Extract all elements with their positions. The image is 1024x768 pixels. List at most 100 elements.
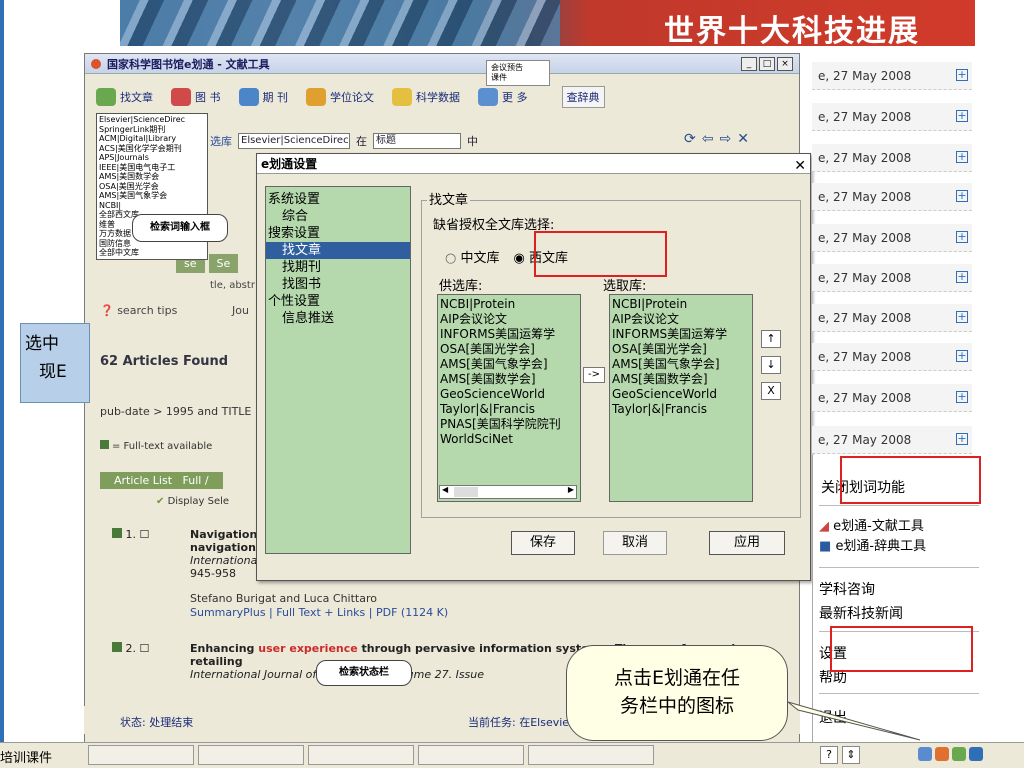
display-selected[interactable]: ✔ Display Sele (156, 496, 229, 507)
chosen-db-list[interactable]: NCBI|Protein AIP会议论文 INFORMS美国运筹学 OSA[美国… (609, 294, 753, 502)
db-list-item[interactable]: Elsevier|ScienceDirec (99, 115, 205, 125)
close-x-icon[interactable]: ✕ (737, 131, 749, 147)
cancel-button[interactable]: 取消 (603, 531, 667, 555)
menu-dictionary-tool[interactable]: ■ e划通-辞典工具 (819, 535, 926, 554)
expand-icon[interactable]: + (956, 151, 968, 163)
save-button[interactable]: 保存 (511, 531, 575, 555)
list-item[interactable]: GeoScienceWorld (440, 387, 578, 402)
db-list-item[interactable]: OSA|美国光学会 (99, 182, 205, 192)
toolbar-thesis[interactable]: 学位论文 (302, 86, 378, 108)
db-list-item[interactable]: AMS|美国气象学会 (99, 191, 205, 201)
expand-icon[interactable]: + (956, 110, 968, 122)
tray-volume-icon[interactable] (969, 747, 983, 761)
radio-chinese-db[interactable]: ○ 中文库 (445, 247, 500, 266)
remove-button[interactable]: X (761, 382, 781, 400)
ehuatong-tray-icon[interactable] (935, 747, 949, 761)
list-item[interactable]: AMS[美国数学会] (612, 372, 750, 387)
list-item[interactable]: INFORMS美国运筹学 (440, 327, 578, 342)
toolbar-dictionary[interactable]: 查辞典 (561, 86, 605, 108)
close-button[interactable]: × (777, 57, 793, 71)
maximize-button[interactable]: □ (759, 57, 775, 71)
db-list-item[interactable]: ACS|美国化学学会期刊 (99, 144, 205, 154)
taskbar-button[interactable] (308, 745, 414, 765)
more-popup-item[interactable]: 会议预告 (491, 63, 545, 73)
expand-icon[interactable]: + (956, 69, 968, 81)
menu-subject-consult[interactable]: 学科咨询 (819, 579, 875, 599)
expand-icon[interactable]: + (956, 190, 968, 202)
article-checkbox[interactable]: ☐ (140, 642, 150, 655)
available-db-list[interactable]: NCBI|Protein AIP会议论文 INFORMS美国运筹学 OSA[美国… (437, 294, 581, 502)
article-list-tab[interactable]: Article List Full / (100, 472, 223, 489)
toolbar-find-article[interactable]: 找文章 (92, 86, 157, 108)
scroll-right-icon[interactable]: ▶ (568, 485, 574, 494)
db-select[interactable]: Elsevier|ScienceDirec (238, 133, 350, 149)
list-item[interactable]: AMS[美国数学会] (440, 372, 578, 387)
toolbar-books[interactable]: 图 书 (167, 86, 225, 108)
tree-info-push[interactable]: 信息推送 (268, 310, 408, 327)
tree-search-settings[interactable]: 搜索设置 (268, 225, 408, 242)
expand-icon[interactable]: + (956, 311, 968, 323)
expand-icon[interactable]: + (956, 231, 968, 243)
tree-find-book[interactable]: 找图书 (268, 276, 408, 293)
list-item[interactable]: AIP会议论文 (612, 312, 750, 327)
arrow-icon[interactable]: ⇕ (842, 746, 860, 764)
tree-personal-settings[interactable]: 个性设置 (268, 293, 408, 310)
list-item[interactable]: GeoScienceWorld (612, 387, 750, 402)
db-list-item[interactable]: APS|Journals (99, 153, 205, 163)
list-item[interactable]: PNAS[美国科学院院刊 (440, 417, 578, 432)
article-links[interactable]: SummaryPlus | Full Text + Links | PDF (1… (190, 606, 448, 620)
menu-literature-tool[interactable]: ◢ e划通-文献工具 (819, 515, 924, 534)
apply-button[interactable]: 应用 (709, 531, 785, 555)
dialog-close-icon[interactable]: ✕ (794, 156, 806, 176)
db-list-item[interactable]: IEEE|美国电气电子工 (99, 163, 205, 173)
tree-find-journal[interactable]: 找期刊 (268, 259, 408, 276)
list-item[interactable]: WorldSciNet (440, 432, 578, 447)
db-list-item[interactable]: ACM|Digital|Library (99, 134, 205, 144)
list-item[interactable]: AIP会议论文 (440, 312, 578, 327)
add-to-selected-button[interactable]: -> (583, 367, 605, 383)
minimize-button[interactable]: _ (741, 57, 757, 71)
available-list-scrollbar[interactable]: ◀ ▶ (439, 485, 577, 499)
expand-icon[interactable]: + (956, 350, 968, 362)
db-list-item[interactable]: AMS|美国数学会 (99, 172, 205, 182)
taskbar-button[interactable] (88, 745, 194, 765)
toolbar-journals[interactable]: 期 刊 (235, 86, 293, 108)
web-tab[interactable]: Se (208, 254, 239, 273)
list-item[interactable]: NCBI|Protein (612, 297, 750, 312)
list-item[interactable]: INFORMS美国运筹学 (612, 327, 750, 342)
scroll-left-icon[interactable]: ◀ (442, 485, 448, 494)
db-list-item[interactable]: NCBI| (99, 201, 205, 211)
move-up-button[interactable]: ↑ (761, 330, 781, 348)
tree-system-settings[interactable]: 系统设置 (268, 191, 408, 208)
help-icon[interactable]: ? (820, 746, 838, 764)
move-down-button[interactable]: ↓ (761, 356, 781, 374)
tray-network-icon[interactable] (952, 747, 966, 761)
list-item[interactable]: OSA[美国光学会] (612, 342, 750, 357)
tray-app-icon[interactable] (918, 747, 932, 761)
scroll-thumb[interactable] (454, 487, 478, 497)
tree-find-article[interactable]: 找文章 (266, 242, 410, 259)
expand-icon[interactable]: + (956, 271, 968, 283)
search-tips-link[interactable]: ❓ search tips (100, 304, 177, 317)
db-list-item[interactable]: SpringerLink期刊 (99, 125, 205, 135)
article-checkbox[interactable]: ☐ (140, 528, 150, 541)
list-item[interactable]: AMS[美国气象学会] (612, 357, 750, 372)
refresh-icon[interactable]: ⟳ (684, 131, 696, 147)
list-item[interactable]: OSA[美国光学会] (440, 342, 578, 357)
back-icon[interactable]: ⇦ (702, 131, 714, 147)
expand-icon[interactable]: + (956, 433, 968, 445)
db-list-item[interactable]: 全部中文库 (99, 248, 205, 258)
taskbar-button[interactable] (418, 745, 524, 765)
more-popup-item[interactable]: 课件 (491, 73, 545, 83)
forward-icon[interactable]: ⇨ (719, 131, 731, 147)
list-item[interactable]: NCBI|Protein (440, 297, 578, 312)
taskbar-button[interactable] (528, 745, 654, 765)
list-item[interactable]: Taylor|&|Francis (612, 402, 750, 417)
list-item[interactable]: Taylor|&|Francis (440, 402, 578, 417)
toolbar-sci-data[interactable]: 科学数据 (388, 86, 464, 108)
taskbar-label[interactable]: 培训课件 (0, 747, 52, 766)
list-item[interactable]: AMS[美国气象学会] (440, 357, 578, 372)
toolbar-more[interactable]: 更 多 (474, 86, 532, 108)
expand-icon[interactable]: + (956, 391, 968, 403)
taskbar-button[interactable] (198, 745, 304, 765)
